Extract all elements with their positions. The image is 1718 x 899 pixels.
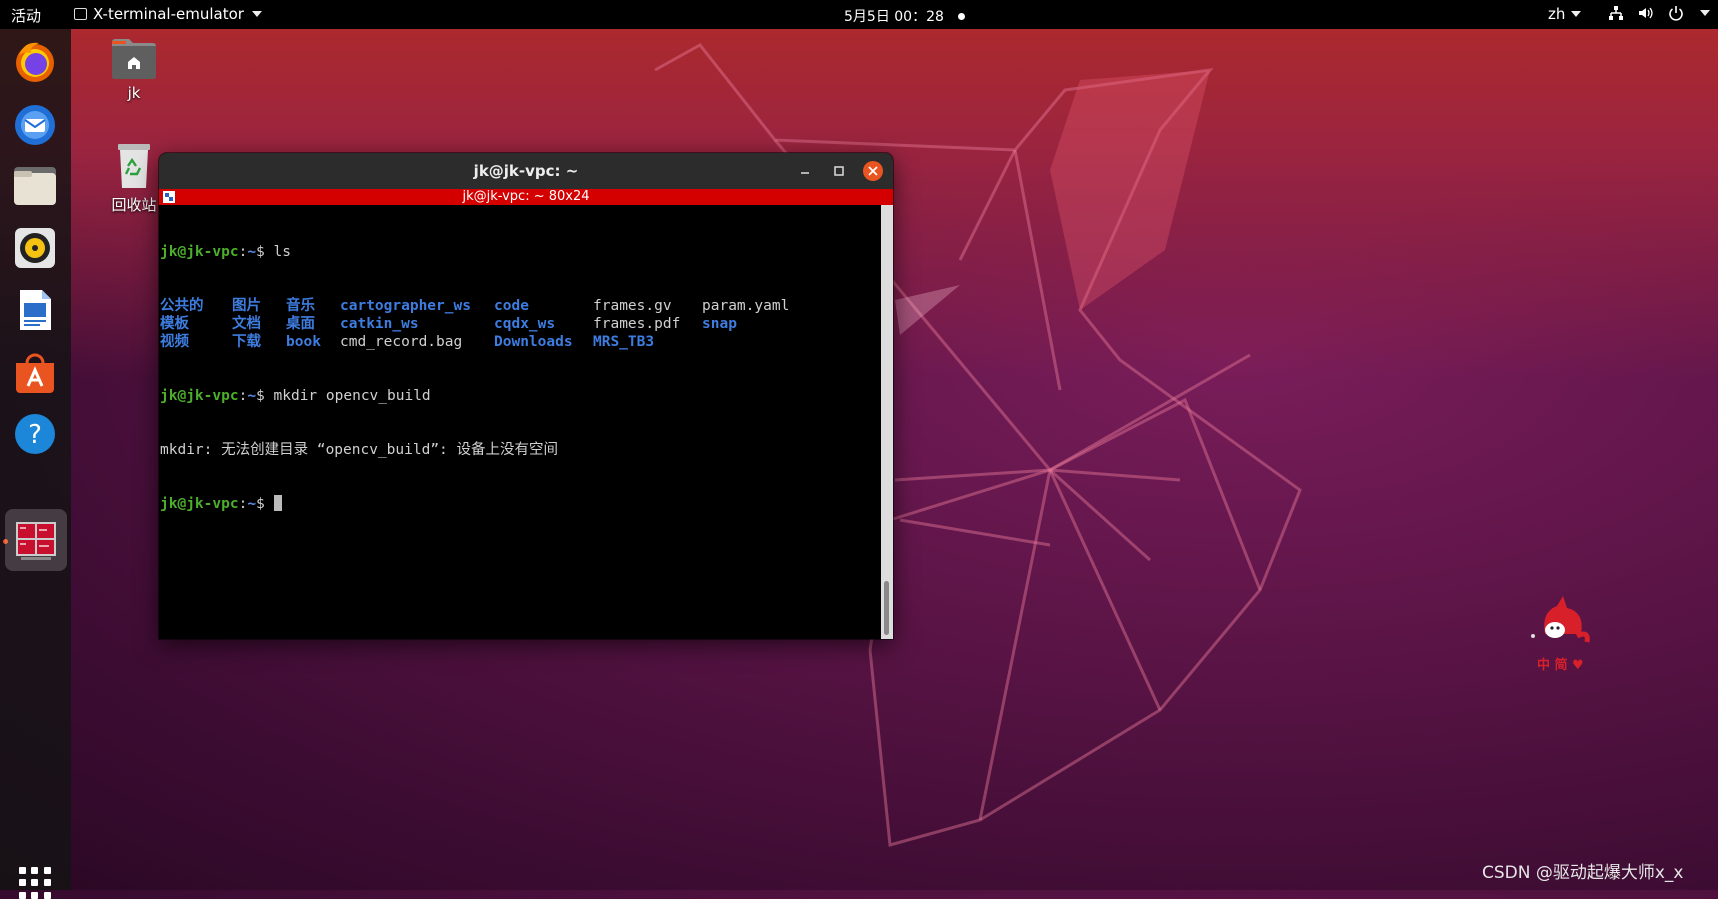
desktop-home-folder[interactable]: jk	[104, 36, 164, 102]
terminal-line: jk@jk-vpc:~$ ls	[160, 244, 291, 260]
watermark: CSDN @驱动起爆大师x_x	[1482, 863, 1684, 883]
window-titlebar[interactable]: jk@jk-vpc: ~	[159, 153, 893, 189]
terminal-window[interactable]: jk@jk-vpc: ~ jk@jk-vpc: ~ 80x24 jk@jk-vp…	[159, 153, 893, 639]
ls-directory-entry: 模板	[160, 316, 189, 332]
notification-dot-icon	[957, 12, 965, 20]
power-icon[interactable]	[1668, 5, 1684, 21]
activities-button[interactable]: 活动	[11, 5, 41, 26]
ls-directory-entry: 公共的	[160, 298, 204, 314]
scrollbar-thumb[interactable]	[884, 581, 889, 635]
ls-directory-entry: catkin_ws	[340, 316, 419, 332]
input-method-menu[interactable]: zh	[1548, 5, 1582, 23]
terminal-small-icon	[74, 8, 87, 20]
ls-output: 公共的 图片 音乐 cartographer_ws code frames.gv param…	[160, 297, 881, 351]
text-cursor	[273, 495, 282, 511]
ls-directory-entry: book	[286, 334, 321, 350]
minimize-icon	[801, 172, 809, 174]
ls-directory-entry: 文档	[232, 316, 261, 332]
dock: ?	[0, 29, 71, 899]
ls-directory-entry: cqdx_ws	[494, 316, 556, 332]
error-message: mkdir: 无法创建目录 “opencv_build”: 设备上没有空间	[160, 442, 559, 458]
desktop-home-label: jk	[127, 84, 141, 102]
window-title: jk@jk-vpc: ~	[473, 162, 579, 180]
rhythmbox-icon[interactable]	[10, 223, 60, 273]
terminal-line: jk@jk-vpc:~$ mkdir opencv_build	[160, 388, 431, 404]
input-method-label: zh	[1548, 5, 1566, 23]
ls-file-entry: frames.gv	[593, 298, 672, 314]
chevron-down-icon[interactable]	[1700, 10, 1710, 16]
ls-directory-entry: Downloads	[494, 334, 573, 350]
libreoffice-writer-icon[interactable]	[10, 285, 60, 335]
ls-file-entry: cmd_record.bag	[340, 334, 463, 350]
software-center-icon[interactable]	[10, 347, 60, 397]
ls-row: 视频 下载 book cmd_record.bag Downloads MRS_TB3	[160, 333, 881, 351]
app-menu[interactable]: X-terminal-emulator	[74, 5, 262, 23]
ls-directory-entry: MRS_TB3	[593, 334, 655, 350]
help-icon[interactable]: ?	[10, 409, 60, 459]
ls-file-entry: frames.pdf	[593, 316, 681, 332]
top-bar: 活动 X-terminal-emulator 5月5日 00：28 zh	[0, 0, 1718, 29]
files-icon[interactable]	[10, 161, 60, 211]
terminal-line: jk@jk-vpc:~$	[160, 495, 881, 513]
ls-directory-entry: 桌面	[286, 316, 315, 332]
xterm-menu-icon[interactable]	[163, 191, 175, 203]
desktop-trash[interactable]: 回收站	[106, 142, 162, 215]
show-applications-button[interactable]	[19, 867, 51, 899]
maximize-icon	[834, 166, 844, 176]
ls-file-entry	[702, 333, 802, 351]
ls-row: 公共的 图片 音乐 cartographer_ws code frames.gv param…	[160, 297, 881, 315]
ls-directory-entry: 下载	[232, 334, 261, 350]
command-text: ls	[273, 244, 291, 260]
ls-directory-entry: cartographer_ws	[340, 298, 471, 314]
ls-directory-entry: 图片	[232, 298, 261, 314]
maximize-button[interactable]	[829, 161, 849, 181]
chevron-down-icon	[251, 11, 262, 17]
firefox-icon[interactable]	[10, 36, 60, 86]
xterm-title-bar: jk@jk-vpc: ~ 80x24	[159, 189, 893, 205]
thunderbird-icon[interactable]	[10, 99, 60, 149]
xterm-icon[interactable]	[5, 509, 67, 571]
ls-directory-entry: 音乐	[286, 298, 315, 314]
system-tray[interactable]	[1608, 5, 1710, 21]
volume-icon[interactable]	[1638, 5, 1654, 21]
ls-row: 模板 文档 桌面 catkin_ws cqdx_ws frames.pdf snap	[160, 315, 881, 333]
close-icon	[868, 166, 878, 176]
fox-mascot-icon	[1531, 596, 1590, 643]
ls-file-entry: param.yaml	[702, 298, 790, 314]
ls-directory-entry: code	[494, 298, 529, 314]
scrollbar[interactable]	[881, 205, 893, 639]
ls-directory-entry: snap	[702, 316, 737, 332]
desktop-trash-label: 回收站	[111, 196, 157, 214]
close-button[interactable]	[863, 161, 883, 181]
svg-text:?: ?	[28, 420, 42, 450]
ls-directory-entry: 视频	[160, 334, 189, 350]
command-text: mkdir opencv_build	[273, 388, 431, 404]
app-menu-label: X-terminal-emulator	[93, 5, 244, 23]
home-folder-icon	[112, 39, 156, 79]
chevron-down-icon	[1571, 11, 1582, 17]
clock-label: 5月5日 00：28	[844, 9, 944, 25]
minimize-button[interactable]	[795, 161, 815, 181]
xterm-title: jk@jk-vpc: ~ 80x24	[462, 189, 590, 204]
network-icon[interactable]	[1608, 5, 1624, 21]
input-method-mascot[interactable]: 中 简 ♥	[1527, 590, 1597, 673]
clock-button[interactable]: 5月5日 00：28	[844, 6, 965, 26]
trash-icon	[118, 144, 150, 188]
terminal-output[interactable]: jk@jk-vpc:~$ ls 公共的 图片 音乐 cartographer_ws co…	[159, 205, 881, 639]
